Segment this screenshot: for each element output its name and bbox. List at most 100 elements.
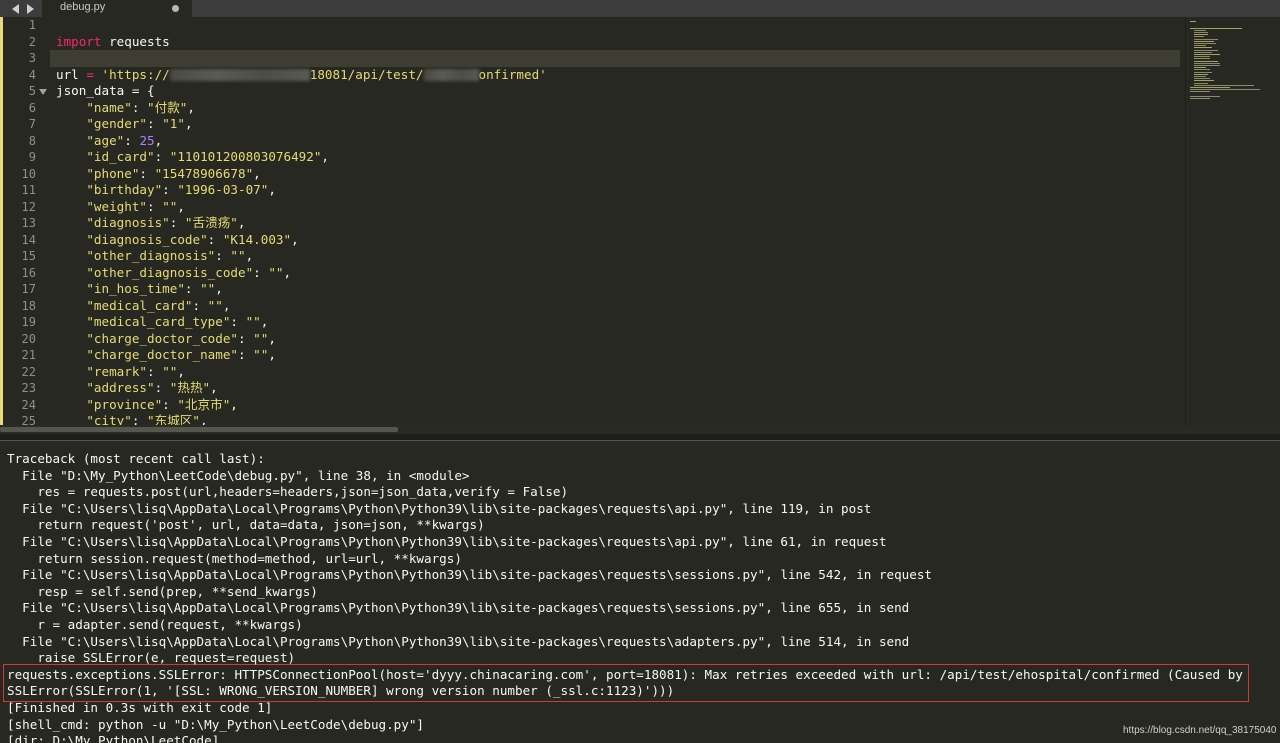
line-number: 19 bbox=[21, 315, 36, 329]
line-number: 15 bbox=[21, 249, 36, 263]
code-line-8: "age": 25, bbox=[86, 132, 163, 148]
modified-line-marker bbox=[0, 132, 3, 149]
line-number: 20 bbox=[21, 331, 36, 346]
code-line-10: "phone": "15478906678", bbox=[86, 165, 261, 181]
modified-line-marker bbox=[0, 380, 3, 397]
modified-line-marker bbox=[0, 50, 3, 67]
output-line: SSLError(SSLError(1, '[SSL: WRONG_VERSIO… bbox=[7, 683, 675, 699]
code-line-7: "gender": "1", bbox=[86, 116, 193, 131]
modified-line-marker bbox=[0, 198, 3, 215]
minimap-line bbox=[1194, 73, 1208, 75]
output-line: File "C:\Users\lisq\AppData\Local\Progra… bbox=[7, 633, 910, 649]
output-line: File "C:\Users\lisq\AppData\Local\Progra… bbox=[7, 567, 933, 583]
minimap-line bbox=[1194, 67, 1206, 69]
tab-bar: debug.py bbox=[0, 0, 1280, 17]
fold-arrow-icon[interactable] bbox=[39, 89, 47, 95]
minimap-line bbox=[1190, 87, 1230, 88]
line-number: 16 bbox=[21, 265, 36, 280]
tab-debug-py[interactable]: debug.py bbox=[42, 0, 192, 17]
minimap-line bbox=[1194, 38, 1218, 40]
code-line-24: "province": "北京市", bbox=[86, 396, 238, 412]
minimap-line bbox=[1190, 91, 1210, 93]
line-number: 7 bbox=[28, 117, 36, 131]
minimap-line bbox=[1190, 95, 1220, 97]
minimap-line bbox=[1194, 47, 1212, 49]
code-line-4: url = 'https://18081/api/test/onfirmed' bbox=[56, 66, 547, 82]
modified-line-marker bbox=[0, 347, 3, 364]
modified-line-marker bbox=[0, 330, 3, 347]
nav-right-icon[interactable] bbox=[26, 3, 36, 15]
output-line: raise SSLError(e, request=request) bbox=[7, 650, 296, 666]
line-number: 6 bbox=[28, 100, 36, 115]
minimap-line bbox=[1194, 58, 1210, 60]
modified-line-marker bbox=[0, 66, 3, 83]
modified-line-marker bbox=[0, 363, 3, 380]
code-line-9: "id_card": "110101200803076492", bbox=[86, 149, 330, 164]
line-number: 1 bbox=[28, 18, 36, 32]
minimap-line bbox=[1194, 51, 1212, 53]
line-number: 3 bbox=[28, 51, 36, 65]
line-number-gutter: 1 2 3 4 5 6 7 8 9 10 11 12 13 14 15 16 17 18 19 20 21 22 23 24 2… bbox=[0, 17, 50, 425]
output-line: return session.request(method=method, ur… bbox=[7, 550, 462, 566]
code-line-12: "weight": "", bbox=[86, 198, 185, 214]
line-number: 2 bbox=[28, 34, 36, 49]
modified-line-marker bbox=[0, 215, 3, 232]
minimap-line bbox=[1194, 62, 1220, 64]
code-line-23: "address": "热热", bbox=[86, 380, 218, 395]
line-number: 25 bbox=[21, 414, 36, 425]
minimap-line bbox=[1194, 49, 1218, 51]
output-line: resp = self.send(prep, **send_kwargs) bbox=[7, 583, 318, 599]
output-line: res = requests.post(url,headers=headers,… bbox=[7, 484, 569, 500]
code-editor[interactable]: 1 2 3 4 5 6 7 8 9 10 11 12 13 14 15 16 17 18 19 20 21 22 23 24 2… bbox=[0, 17, 1280, 425]
modified-line-marker bbox=[0, 248, 3, 265]
minimap-line bbox=[1190, 21, 1196, 22]
modified-line-marker bbox=[0, 297, 3, 314]
nav-left-icon[interactable] bbox=[10, 3, 20, 15]
output-line: File "D:\My_Python\LeetCode\debug.py", l… bbox=[7, 467, 470, 483]
modified-line-marker bbox=[0, 231, 3, 248]
redacted-host bbox=[169, 69, 310, 81]
code-line-17: "in_hos_time": "", bbox=[86, 281, 223, 296]
code-line-20: "charge_doctor_code": "", bbox=[86, 330, 276, 346]
horizontal-scrollbar[interactable] bbox=[0, 425, 1280, 434]
line-number: 14 bbox=[21, 232, 36, 247]
build-output-panel[interactable]: https://blog.csdn.net/qq_38175040 Traceb… bbox=[0, 441, 1280, 743]
minimap-line bbox=[1194, 80, 1214, 82]
code-line-21: "charge_doctor_name": "", bbox=[86, 347, 276, 362]
minimap-line bbox=[1194, 56, 1210, 58]
line-number: 22 bbox=[21, 364, 36, 379]
output-line: requests.exceptions.SSLError: HTTPSConne… bbox=[7, 666, 1243, 682]
panel-splitter[interactable] bbox=[0, 434, 1280, 441]
modified-line-marker bbox=[0, 264, 3, 281]
minimap-line bbox=[1194, 76, 1206, 77]
output-line: [Finished in 0.3s with exit code 1] bbox=[7, 700, 273, 715]
code-line-19: "medical_card_type": "", bbox=[86, 314, 269, 329]
output-line: File "C:\Users\lisq\AppData\Local\Progra… bbox=[7, 500, 872, 516]
minimap-line bbox=[1194, 43, 1216, 44]
output-line: Traceback (most recent call last): bbox=[7, 451, 265, 466]
modified-line-marker bbox=[0, 165, 3, 182]
modified-line-marker bbox=[0, 116, 3, 133]
modified-line-marker bbox=[0, 281, 3, 298]
code-line-5: json_data = { bbox=[56, 83, 155, 98]
line-number: 13 bbox=[21, 216, 36, 230]
minimap[interactable] bbox=[1185, 17, 1280, 425]
line-number: 5 bbox=[28, 84, 36, 98]
minimap-line bbox=[1190, 27, 1242, 29]
code-area[interactable]: import requests url = 'https://18081/api… bbox=[56, 17, 1176, 426]
modified-line-marker bbox=[0, 17, 3, 34]
minimap-line bbox=[1194, 71, 1212, 73]
minimap-line bbox=[1194, 82, 1208, 84]
minimap-line bbox=[1194, 45, 1206, 47]
output-line: [dir: D:\My_Python\LeetCode] bbox=[7, 733, 220, 743]
minimap-line bbox=[1194, 69, 1210, 71]
code-line-25: "city": "东城区", bbox=[86, 413, 208, 425]
code-line-11: "birthday": "1996-03-07", bbox=[86, 182, 276, 197]
scrollbar-thumb[interactable] bbox=[0, 427, 398, 432]
line-number: 9 bbox=[28, 150, 36, 164]
line-number: 23 bbox=[21, 381, 36, 395]
code-line-6: "name": "付款", bbox=[86, 99, 195, 115]
tab-modified-dot-icon[interactable] bbox=[172, 5, 179, 12]
tab-navigation bbox=[10, 0, 36, 17]
output-line: File "C:\Users\lisq\AppData\Local\Progra… bbox=[7, 600, 910, 616]
